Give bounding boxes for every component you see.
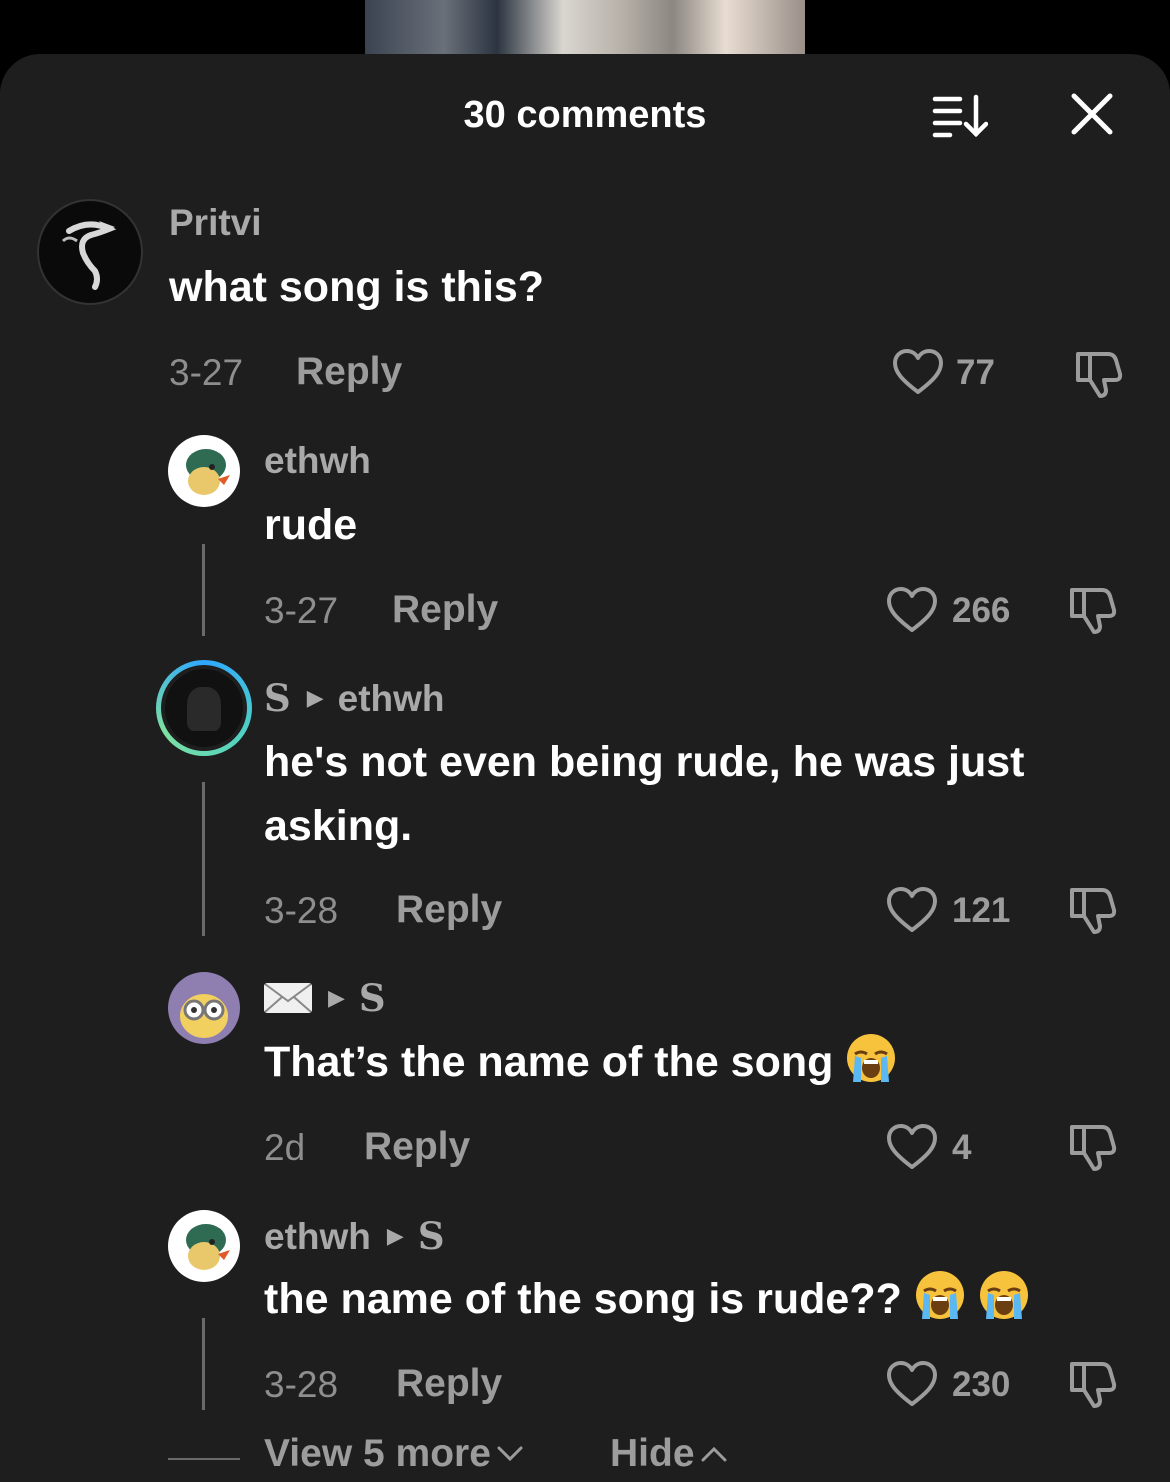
- comment-text: what song is this?: [169, 263, 545, 311]
- reply-arrow-icon: ▶: [306, 685, 324, 710]
- heart-icon[interactable]: [886, 1360, 938, 1408]
- reply-button[interactable]: Reply: [296, 350, 402, 394]
- like-count: 77: [956, 353, 995, 392]
- comment-date: 3-28: [264, 1364, 339, 1405]
- thumbs-down-icon[interactable]: [1066, 1121, 1118, 1173]
- comment-text: he's not even being rude, he was just as…: [264, 738, 1025, 850]
- chevron-up-icon: [701, 1446, 727, 1462]
- view-more-replies-button[interactable]: View 5 more: [264, 1432, 523, 1476]
- footer-divider: [168, 1458, 240, 1460]
- heart-icon[interactable]: [886, 1123, 938, 1171]
- sort-icon[interactable]: [932, 94, 988, 138]
- avatar[interactable]: [168, 1210, 240, 1282]
- comment-username[interactable]: S ▶ ethwh: [264, 676, 445, 720]
- heart-icon[interactable]: [886, 586, 938, 634]
- like-count: 121: [952, 891, 1011, 930]
- comment-text: the name of the song is rude??: [264, 1267, 1030, 1331]
- reply-button[interactable]: Reply: [392, 588, 498, 632]
- envelope-icon: ✉: [264, 983, 312, 1013]
- comments-count-title: 30 comments: [463, 94, 707, 136]
- heart-icon[interactable]: [892, 348, 944, 396]
- reply-arrow-icon: ▶: [328, 985, 345, 1010]
- thread-line: [202, 544, 205, 636]
- avatar[interactable]: [168, 435, 240, 507]
- reply-arrow-icon: ▶: [386, 1223, 404, 1248]
- thumbs-down-icon[interactable]: [1072, 348, 1124, 400]
- loudly-crying-face-emoji: [979, 1271, 1028, 1319]
- thread-line: [202, 782, 205, 936]
- close-icon[interactable]: [1068, 90, 1116, 138]
- avatar[interactable]: [168, 972, 240, 1044]
- heart-icon[interactable]: [886, 886, 938, 934]
- thumbs-down-icon[interactable]: [1066, 884, 1118, 936]
- avatar[interactable]: [156, 660, 252, 756]
- comment-username[interactable]: ✉ ▶S: [264, 976, 386, 1020]
- thumbs-down-icon[interactable]: [1066, 1358, 1118, 1410]
- comment-date: 3-27: [264, 590, 339, 631]
- loudly-crying-face-emoji: [915, 1271, 964, 1319]
- comment-date: 2d: [264, 1127, 306, 1168]
- avatar[interactable]: [37, 199, 143, 305]
- reply-button[interactable]: Reply: [396, 1362, 502, 1406]
- comment-username[interactable]: ethwh ▶ S: [264, 1214, 445, 1258]
- hide-replies-button[interactable]: Hide: [610, 1432, 727, 1476]
- like-count: 230: [952, 1365, 1011, 1404]
- comment-username[interactable]: Pritvi: [169, 202, 262, 244]
- like-count: 4: [952, 1128, 972, 1167]
- loudly-crying-face-emoji: [847, 1034, 896, 1082]
- comment-username[interactable]: ethwh: [264, 440, 371, 482]
- thumbs-down-icon[interactable]: [1066, 584, 1118, 636]
- thread-line: [202, 1318, 205, 1410]
- reply-button[interactable]: Reply: [364, 1125, 470, 1169]
- video-preview: [365, 0, 805, 54]
- reply-button[interactable]: Reply: [396, 888, 502, 932]
- comment-text: That’s the name of the song: [264, 1030, 897, 1094]
- comment-date: 3-28: [264, 890, 339, 931]
- comments-sheet: 30 comments Pritvi what song is this? 3-…: [0, 54, 1170, 1482]
- comment-date: 3-27: [169, 352, 244, 393]
- chevron-down-icon: [497, 1446, 523, 1462]
- comment-text: rude: [264, 501, 358, 549]
- like-count: 266: [952, 591, 1011, 630]
